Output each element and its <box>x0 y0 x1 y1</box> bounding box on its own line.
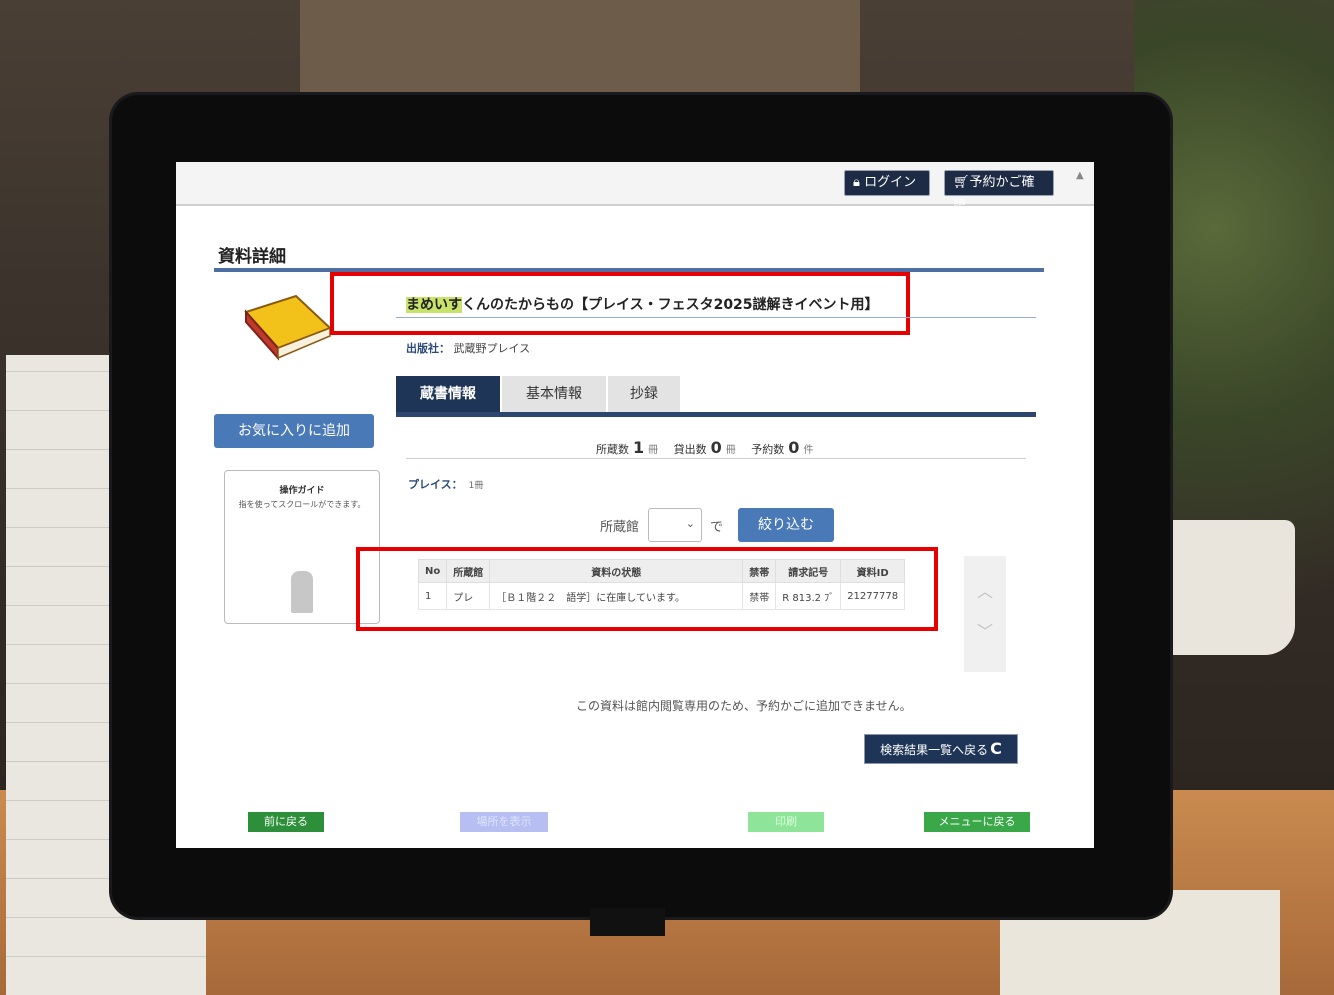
filter-button[interactable]: 絞り込む <box>738 508 834 542</box>
reservation-notice: この資料は館内閲覧専用のため、予約かごに追加できません。 <box>576 699 912 713</box>
scroll-up-arrow-icon[interactable]: ︿ <box>964 578 1006 602</box>
book-title-divider <box>396 317 1036 318</box>
count-summary: 所蔵数 1 冊 貸出数 0 冊 予約数 0 件 <box>596 438 814 457</box>
guide-text: 指を使ってスクロールができます。 <box>238 500 366 509</box>
back-to-results-button[interactable]: 検索結果一覧へ戻る C <box>864 734 1018 764</box>
tab-basic-info[interactable]: 基本情報 <box>502 376 606 412</box>
scroll-down-arrow-icon[interactable]: ﹀ <box>964 618 1006 642</box>
show-location-button[interactable]: 場所を表示 <box>460 812 548 832</box>
login-button[interactable]: 🔒︎ ログイン <box>844 170 930 196</box>
count-divider <box>406 458 1026 459</box>
chevron-down-icon: ⌄ <box>685 517 695 530</box>
back-button[interactable]: 前に戻る <box>248 812 324 832</box>
book-icon <box>244 294 332 361</box>
tab-divider <box>396 412 1036 417</box>
book-title: まめいすくんのたからもの【プレイス・フェスタ2025謎解きイベント用】 <box>406 297 879 313</box>
filter-suffix: で <box>710 520 724 535</box>
reservation-cart-button[interactable]: 🛒︎予約かご確認 <box>944 170 1054 214</box>
cart-icon: 🛒︎ <box>953 175 970 190</box>
highlight-box-table <box>356 547 938 631</box>
menu-button[interactable]: メニューに戻る <box>924 812 1030 832</box>
monitor-stand <box>590 908 665 936</box>
tab-abstract[interactable]: 抄録 <box>608 376 680 412</box>
scroll-up-icon[interactable]: ▲ <box>1076 170 1084 181</box>
tab-holdings[interactable]: 蔵書情報 <box>396 376 500 412</box>
branch-summary: プレイス： 1冊 <box>408 478 484 491</box>
hand-icon <box>291 571 313 613</box>
print-button[interactable]: 印刷 <box>748 812 824 832</box>
table-scroll-controls: ︿ ﹀ <box>964 556 1006 672</box>
branch-select[interactable]: ⌄ <box>648 508 702 542</box>
add-favorite-button[interactable]: お気に入りに追加 <box>214 414 374 448</box>
wall-panel <box>300 0 860 95</box>
publisher-line: 出版社： 武蔵野プレイス <box>406 342 531 355</box>
top-bar: 🔒︎ ログイン 🛒︎予約かご確認 ▲ <box>176 162 1094 214</box>
filter-label: 所蔵館 <box>600 520 640 535</box>
page-title: 資料詳細 <box>218 247 286 267</box>
guide-title: 操作ガイド <box>279 486 325 496</box>
kiosk-screen: 🔒︎ ログイン 🛒︎予約かご確認 ▲ 資料詳細 まめいすくんのたからもの【プレイ… <box>176 162 1094 848</box>
lock-icon: 🔒︎ <box>853 175 865 190</box>
reload-icon: C <box>990 739 1002 758</box>
